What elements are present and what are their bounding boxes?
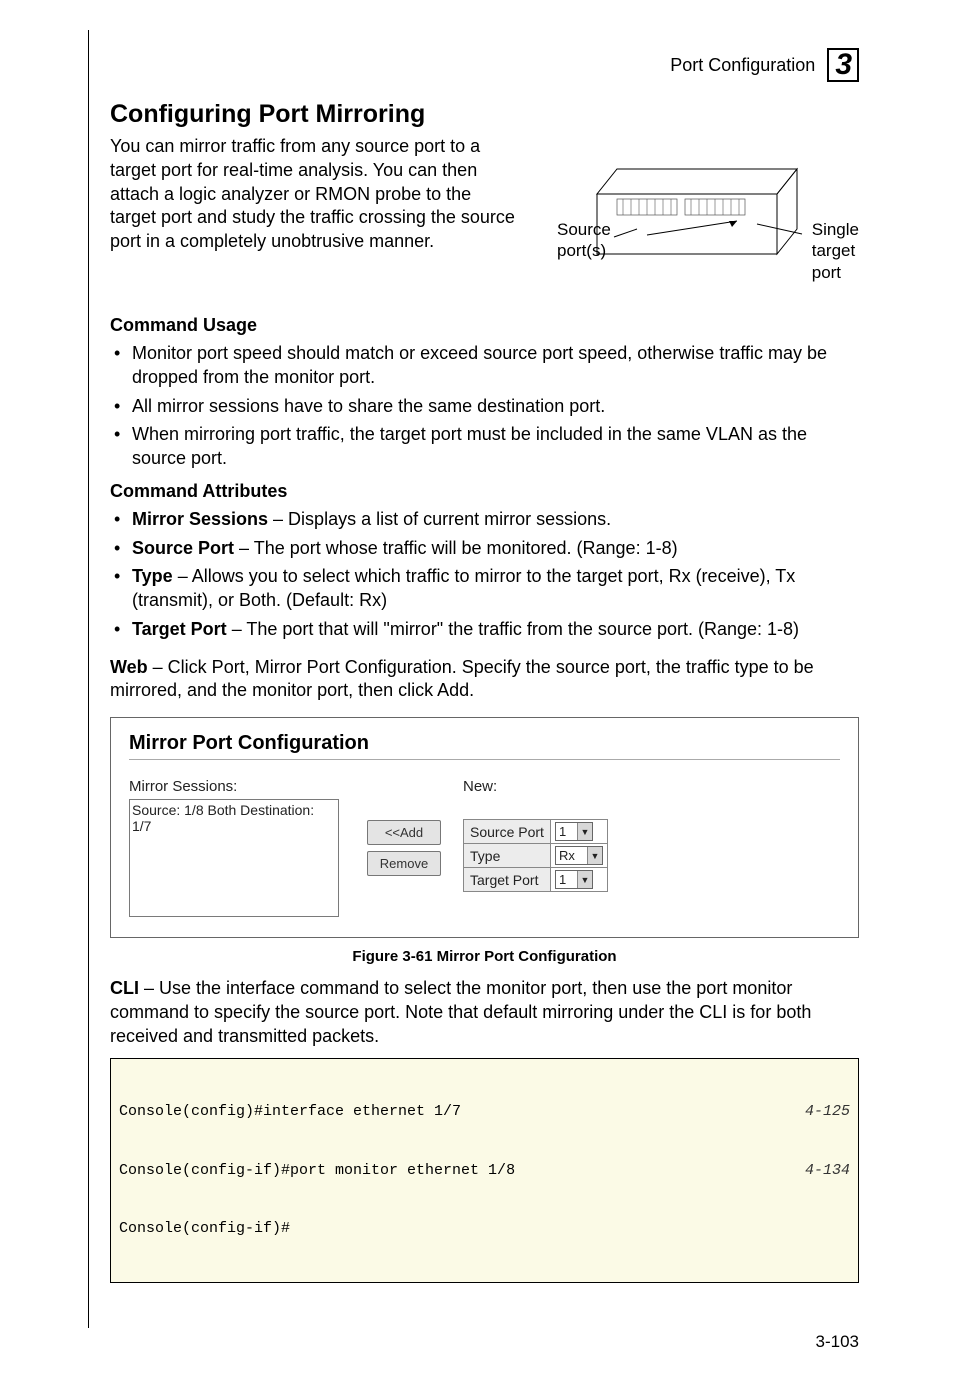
- attr-bullet-source-port: Source Port – The port whose traffic wil…: [110, 537, 859, 561]
- cli-line-1: Console(config)#interface ethernet 1/7 4-…: [119, 1102, 850, 1122]
- figure-caption: Figure 3-61 Mirror Port Configuration: [110, 948, 859, 965]
- cli-text-body: – Use the interface command to select th…: [110, 978, 811, 1046]
- diagram-label-target-line1: Single: [812, 220, 859, 239]
- left-margin-rule: [88, 30, 89, 1328]
- mirror-sessions-label: Mirror Sessions:: [129, 778, 349, 795]
- cli-cmd-2: Console(config-if)#port monitor ethernet…: [119, 1161, 515, 1181]
- usage-bullet-2: All mirror sessions have to share the sa…: [110, 395, 859, 419]
- page-header: Port Configuration 3: [110, 48, 859, 82]
- target-port-select[interactable]: 1 ▼: [555, 870, 593, 889]
- attr-bullet-type: Type – Allows you to select which traffi…: [110, 565, 859, 613]
- web-prefix: Web: [110, 657, 148, 677]
- page-title: Configuring Port Mirroring: [110, 100, 859, 129]
- attr-bullet-target-port: Target Port – The port that will "mirror…: [110, 618, 859, 642]
- new-label: New:: [463, 778, 608, 795]
- usage-bullet-3: When mirroring port traffic, the target …: [110, 423, 859, 471]
- chapter-number: 3: [835, 48, 851, 82]
- target-port-label: Target Port: [464, 868, 551, 892]
- web-text: – Click Port, Mirror Port Configuration.…: [110, 657, 814, 701]
- target-port-value: 1: [559, 872, 566, 887]
- intro-paragraph: You can mirror traffic from any source p…: [110, 135, 515, 254]
- diagram-label-target-line3: port: [812, 263, 841, 282]
- diagram-label-source: Source port(s): [557, 219, 611, 262]
- dropdown-arrow-icon: ▼: [577, 823, 592, 840]
- command-usage-list: Monitor port speed should match or excee…: [110, 342, 859, 471]
- source-port-value: 1: [559, 824, 566, 839]
- cli-cmd-1: Console(config)#interface ethernet 1/7: [119, 1102, 461, 1122]
- chapter-badge: 3: [827, 48, 859, 82]
- dropdown-arrow-icon: ▼: [587, 847, 602, 864]
- source-port-select[interactable]: 1 ▼: [555, 822, 593, 841]
- type-label: Type: [464, 844, 551, 868]
- attr-desc-mirror-sessions: – Displays a list of current mirror sess…: [268, 509, 611, 529]
- header-section: Port Configuration: [670, 55, 815, 76]
- attr-term-mirror-sessions: Mirror Sessions: [132, 509, 268, 529]
- new-mirror-form: Source Port 1 ▼ Type Rx: [463, 819, 608, 892]
- attr-term-target-port: Target Port: [132, 619, 227, 639]
- cli-instructions: CLI – Use the interface command to selec…: [110, 977, 859, 1048]
- attr-term-type: Type: [132, 566, 173, 586]
- attr-bullet-mirror-sessions: Mirror Sessions – Displays a list of cur…: [110, 508, 859, 532]
- cli-ref-1: 4-125: [805, 1102, 850, 1122]
- mirror-port-config-panel: Mirror Port Configuration Mirror Session…: [110, 717, 859, 938]
- mirror-sessions-listbox[interactable]: Source: 1/8 Both Destination: 1/7: [129, 799, 339, 917]
- add-button[interactable]: <<Add: [367, 820, 441, 845]
- dropdown-arrow-icon: ▼: [577, 871, 592, 888]
- type-value: Rx: [559, 848, 575, 863]
- page-number: 3-103: [816, 1332, 859, 1352]
- command-attributes-list: Mirror Sessions – Displays a list of cur…: [110, 508, 859, 642]
- attr-desc-type: – Allows you to select which traffic to …: [132, 566, 795, 610]
- attr-desc-source-port: – The port whose traffic will be monitor…: [234, 538, 678, 558]
- command-usage-heading: Command Usage: [110, 315, 859, 336]
- cli-line-3: Console(config-if)#: [119, 1219, 850, 1239]
- type-select[interactable]: Rx ▼: [555, 846, 603, 865]
- diagram-label-source-line1: Source: [557, 220, 611, 239]
- diagram-label-source-line2: port(s): [557, 241, 606, 260]
- cli-ref-2: 4-134: [805, 1161, 850, 1181]
- panel-divider: [129, 759, 840, 760]
- attr-term-source-port: Source Port: [132, 538, 234, 558]
- diagram-label-target-line2: target: [812, 241, 855, 260]
- panel-title: Mirror Port Configuration: [129, 732, 840, 755]
- usage-bullet-1: Monitor port speed should match or excee…: [110, 342, 859, 390]
- diagram-label-target: Single target port: [812, 219, 859, 283]
- cli-cmd-3: Console(config-if)#: [119, 1219, 290, 1239]
- remove-button[interactable]: Remove: [367, 851, 441, 876]
- switch-diagram: Source port(s) Single target port: [557, 139, 859, 299]
- command-attributes-heading: Command Attributes: [110, 481, 859, 502]
- cli-example-box: Console(config)#interface ethernet 1/7 4-…: [110, 1058, 859, 1283]
- mirror-sessions-option[interactable]: Source: 1/8 Both Destination: 1/7: [132, 802, 336, 834]
- cli-line-2: Console(config-if)#port monitor ethernet…: [119, 1161, 850, 1181]
- cli-prefix: CLI: [110, 978, 139, 998]
- attr-desc-target-port: – The port that will "mirror" the traffi…: [227, 619, 799, 639]
- web-instructions: Web – Click Port, Mirror Port Configurat…: [110, 656, 859, 704]
- source-port-label: Source Port: [464, 820, 551, 844]
